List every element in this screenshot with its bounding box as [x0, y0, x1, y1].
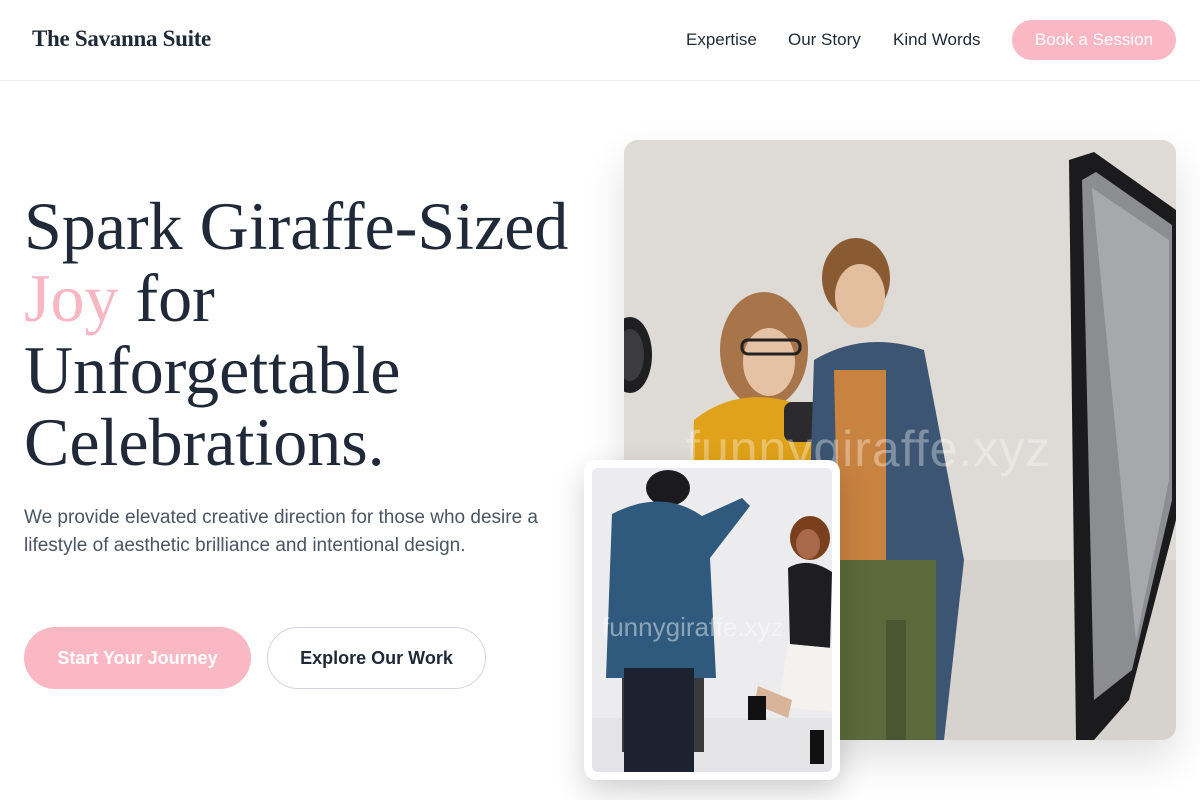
secondary-image-watermark: funnygiraffe.xyz: [602, 612, 784, 642]
book-session-button[interactable]: Book a Session: [1012, 20, 1176, 60]
headline-part-1: Spark Giraffe-Sized: [24, 188, 569, 264]
headline-accent: Joy: [24, 260, 119, 336]
nav-our-story[interactable]: Our Story: [788, 30, 861, 50]
explore-work-button[interactable]: Explore Our Work: [267, 627, 486, 689]
nav-kind-words[interactable]: Kind Words: [893, 30, 981, 50]
site-header: The Savanna Suite Expertise Our Story Ki…: [0, 0, 1200, 81]
hero-headline: Spark Giraffe-Sized Joy for Unforgettabl…: [24, 190, 584, 478]
secondary-image-card: funnygiraffe.xyz: [584, 460, 840, 780]
secondary-image: funnygiraffe.xyz: [592, 468, 832, 772]
hero-subtext: We provide elevated creative direction f…: [24, 507, 538, 556]
brand-logo[interactable]: The Savanna Suite: [32, 26, 211, 52]
start-journey-button[interactable]: Start Your Journey: [24, 627, 251, 689]
nav-expertise[interactable]: Expertise: [686, 30, 757, 50]
